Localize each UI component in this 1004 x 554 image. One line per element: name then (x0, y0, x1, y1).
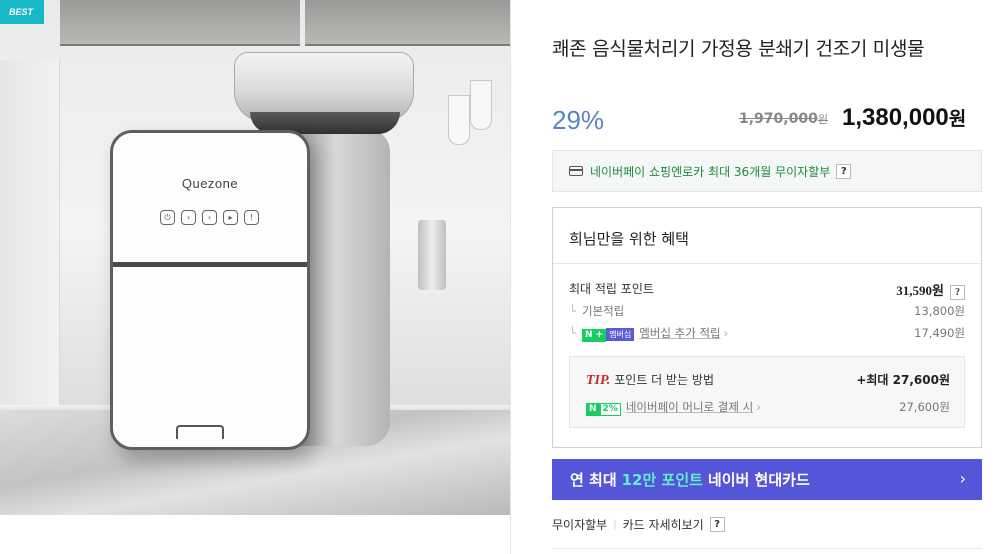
card-banner-prefix: 연 최대 (570, 471, 617, 489)
card-promo-banner[interactable]: 연 최대 12만 포인트 네이버 현대카드 › (552, 459, 982, 500)
basic-points-row: └ 기본적립 13,800원 (569, 303, 965, 319)
points-help-button[interactable]: ? (950, 285, 965, 300)
alert-icon: ! (244, 210, 259, 225)
drawer-handle (176, 425, 224, 439)
tree-branch-icon: └ (569, 326, 576, 340)
tip-text: 포인트 더 받는 방법 (614, 373, 715, 387)
wall-tile (0, 60, 60, 420)
discount-rate: 29% (552, 105, 605, 135)
tip-row: TIP. 포인트 더 받는 방법 +최대 27,600원 (586, 371, 950, 389)
npay-money-link[interactable]: 네이버페이 머니로 결제 시 (626, 400, 753, 414)
separator: | (613, 519, 617, 530)
npay-installment-info: 네이버페이 쇼핑엔로카 최대 36개월 무이자할부 ? (552, 150, 982, 192)
sale-price-unit: 원 (948, 109, 967, 130)
card-help-button[interactable]: ? (709, 517, 725, 532)
faucet (418, 220, 446, 290)
npay-help-button[interactable]: ? (836, 163, 852, 179)
membership-points-row[interactable]: └ N + 멤버십 멤버십 추가 적립 › 17,490원 (569, 325, 965, 342)
membership-points-link[interactable]: 멤버십 추가 적립 (639, 326, 720, 340)
chevron-right-icon: › (181, 210, 196, 225)
chevron-right-icon: › (959, 469, 966, 488)
kitchen-cabinet (60, 0, 300, 46)
basic-points-value: 13,800원 (914, 304, 965, 318)
device-brand: Quezone (181, 176, 239, 191)
naver-plus-badge: N + (581, 329, 607, 342)
device-side (300, 128, 390, 446)
max-points-value-wrap: 31,590원? (896, 280, 965, 300)
product-title: 쾌존 음식물처리기 가정용 분쇄기 건조기 미생물 (552, 38, 925, 60)
tip-value: +최대 27,600원 (856, 373, 950, 387)
device-divider (113, 262, 307, 267)
original-price-unit: 원 (817, 113, 828, 126)
sale-price: 1,380,000원 (842, 104, 966, 132)
npay-money-row[interactable]: N 2% 네이버페이 머니로 결제 시 › 27,600원 (586, 399, 950, 416)
membership-points-value: 17,490원 (914, 326, 965, 340)
divider (553, 263, 981, 264)
wine-glass (470, 80, 492, 130)
max-points-row: 최대 적립 포인트 31,590원? (569, 280, 965, 300)
naver-badge: N (586, 403, 600, 416)
tip-box: TIP. 포인트 더 받는 방법 +최대 27,600원 N 2% 네이버페이 머니로… (569, 356, 965, 428)
chevron-right-icon: › (723, 326, 729, 340)
membership-badge: 멤버십 (606, 328, 635, 341)
card-detail-link[interactable]: 카드 자세히보기 (623, 516, 704, 533)
divider (552, 548, 982, 549)
card-footer-links: 무이자할부 | 카드 자세히보기 ? (552, 516, 725, 533)
play-pause-icon: ▸ (223, 210, 238, 225)
wine-glass (448, 95, 470, 145)
benefit-box: 희님만을 위한 혜택 최대 적립 포인트 31,590원? └ 기본적립 13,8… (552, 207, 982, 448)
npay-installment-text: 네이버페이 쇼핑엔로카 최대 36개월 무이자할부 (590, 164, 831, 179)
original-price-value: 1,970,000 (739, 111, 818, 127)
card-banner-highlight: 12만 포인트 (621, 471, 703, 489)
kitchen-cabinet (305, 0, 510, 46)
tip-label: TIP. (586, 373, 611, 388)
device-control-panel: ⏻ › ‹ ▸ ! (160, 210, 259, 225)
max-points-value: 31,590원 (896, 283, 944, 298)
product-image[interactable]: Quezone ⏻ › ‹ ▸ ! BEST (0, 0, 511, 554)
power-icon: ⏻ (160, 210, 175, 225)
tree-branch-icon: └ (569, 304, 576, 318)
max-points-label: 최대 적립 포인트 (569, 282, 654, 296)
original-price: 1,970,000원 (739, 111, 828, 127)
percent-badge: 2% (599, 403, 621, 416)
installment-link[interactable]: 무이자할부 (552, 516, 607, 533)
benefit-title: 희님만을 위한 혜택 (569, 230, 689, 248)
image-bottom-space (0, 515, 510, 554)
npay-money-value: 27,600원 (899, 400, 950, 414)
basic-points-label: 기본적립 (581, 304, 625, 318)
chevron-left-icon: ‹ (202, 210, 217, 225)
card-banner-suffix: 네이버 현대카드 (707, 471, 810, 489)
credit-card-icon (569, 166, 583, 176)
sale-price-value: 1,380,000 (842, 104, 949, 131)
best-badge: BEST (0, 0, 44, 24)
chevron-right-icon: › (756, 400, 761, 414)
